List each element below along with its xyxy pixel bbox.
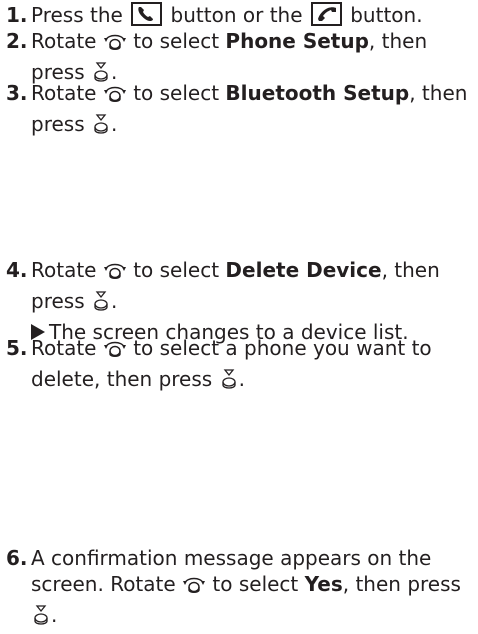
step-text: , then	[381, 258, 440, 282]
phone-hangup-icon	[310, 2, 342, 26]
step-5: 5. Rotate to select a phone you want to d…	[6, 335, 472, 397]
step-text: button or the	[170, 3, 303, 27]
step-menu-item: Delete Device	[225, 258, 382, 282]
step-text: Rotate	[31, 258, 97, 282]
step-text: to select	[133, 81, 220, 105]
step-text: Press the	[31, 3, 123, 27]
rotate-knob-icon	[103, 31, 127, 59]
step-text: Rotate	[31, 29, 97, 53]
step-number: 4.	[6, 258, 28, 282]
step-text: to select	[133, 258, 220, 282]
rotate-knob-icon	[103, 83, 127, 111]
step-text: Rotate	[31, 81, 97, 105]
step-text: to select	[133, 29, 220, 53]
step-text: , then	[368, 29, 428, 53]
press-knob-icon	[31, 605, 51, 633]
step-text: to select	[212, 572, 299, 596]
step-number: 3.	[6, 81, 28, 105]
step-1: 1. Press the button or the button.	[6, 2, 472, 28]
step-text: , then press	[342, 572, 461, 596]
step-4: 4. Rotate to select Delete Device, then p…	[6, 258, 440, 344]
step-number: 2.	[6, 29, 28, 53]
rotate-knob-icon	[182, 574, 206, 602]
step-text: press	[31, 289, 85, 313]
step-menu-item: Phone Setup	[225, 29, 369, 53]
phone-pickup-icon	[131, 2, 163, 26]
step-number: 6.	[6, 546, 28, 570]
step-text: Rotate	[31, 336, 97, 360]
step-text: press	[31, 112, 85, 136]
rotate-knob-icon	[103, 338, 127, 366]
step-text: , then	[409, 81, 468, 105]
step-3: 3. Rotate to select Bluetooth Setup, then…	[6, 80, 472, 142]
step-menu-item: Bluetooth Setup	[225, 81, 410, 105]
rotate-knob-icon	[103, 260, 127, 288]
step-6: 6. A confirmation message appears on the …	[6, 545, 472, 633]
step-text: to select a phone you want to	[133, 336, 432, 360]
step-number: 1.	[6, 3, 28, 27]
step-text: delete, then press	[31, 367, 213, 391]
press-knob-icon	[91, 291, 111, 319]
step-number: 5.	[6, 336, 28, 360]
step-text: button.	[350, 3, 423, 27]
press-knob-icon	[219, 369, 239, 397]
step-menu-item: Yes	[304, 572, 343, 596]
step-text: A confirmation message appears on the	[31, 546, 432, 570]
press-knob-icon	[91, 114, 111, 142]
step-text: screen. Rotate	[31, 572, 176, 596]
